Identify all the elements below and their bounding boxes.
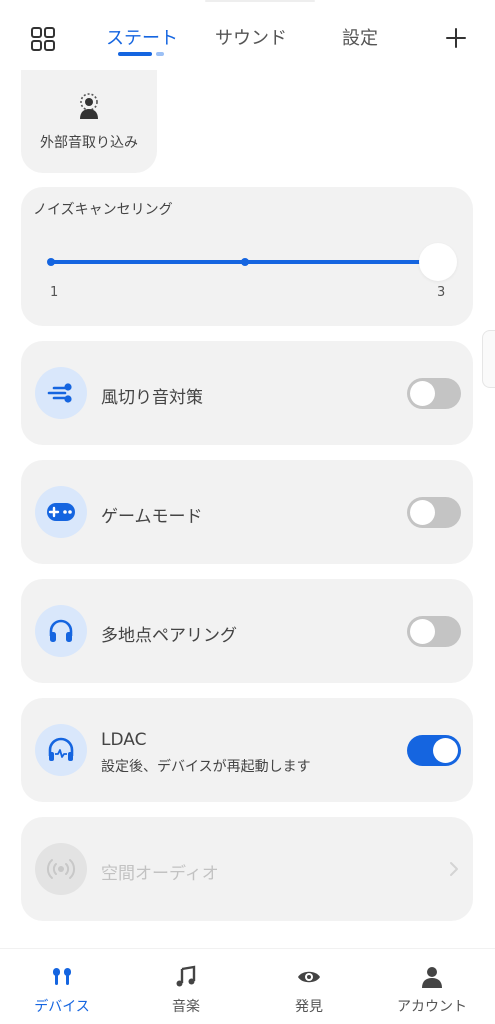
grid-menu-icon[interactable] (30, 26, 56, 52)
wind-noise-toggle[interactable] (407, 378, 461, 409)
slider-min-label: 1 (50, 285, 59, 300)
headphones-icon (49, 619, 73, 642)
device-state-screen: ステート サウンド 設定 外部音取り込み ノイズキャンセリング 1 3 風切り音… (0, 0, 495, 1024)
ldac-subtitle: 設定後、デバイスが再起動します (101, 759, 311, 775)
ldac-toggle[interactable] (407, 735, 461, 766)
tab-state[interactable]: ステート (106, 24, 178, 50)
multipoint-row: 多地点ペアリング (21, 579, 473, 683)
ambient-sound-label: 外部音取り込み (40, 135, 138, 151)
gamepad-icon-badge (35, 486, 87, 538)
ambient-sound-button[interactable]: 外部音取り込み (21, 70, 157, 173)
music-note-icon (176, 965, 196, 987)
nav-music-label: 音楽 (172, 999, 200, 1015)
edge-side-handle[interactable] (482, 330, 495, 388)
active-tab-indicator (118, 52, 152, 56)
wind-icon-badge (35, 367, 87, 419)
hires-headphones-icon-badge (35, 724, 87, 776)
game-mode-toggle[interactable] (407, 497, 461, 528)
game-mode-label: ゲームモード (101, 507, 203, 527)
gamepad-icon (47, 503, 75, 521)
level-1-dot[interactable] (47, 258, 55, 266)
wind-icon (47, 383, 72, 403)
nav-devices[interactable]: デバイス (12, 965, 112, 1016)
nav-discover[interactable]: 発見 (259, 965, 359, 1016)
spatial-audio-row[interactable]: 空間オーディオ (21, 817, 473, 921)
multipoint-label: 多地点ペアリング (101, 626, 237, 646)
toggle-knob (433, 738, 458, 763)
slider-max-label: 3 (437, 285, 446, 300)
chevron-right-icon (450, 862, 458, 876)
ldac-label: LDAC (101, 730, 147, 750)
hires-headphones-icon (48, 737, 74, 761)
nav-discover-label: 発見 (295, 999, 323, 1015)
tab-sound[interactable]: サウンド (215, 24, 287, 50)
ldac-row: LDAC 設定後、デバイスが再起動します (21, 698, 473, 802)
nav-account[interactable]: アカウント (382, 965, 482, 1016)
eye-icon (298, 971, 320, 983)
top-bar: ステート サウンド 設定 (0, 0, 495, 68)
nav-music[interactable]: 音楽 (136, 965, 236, 1016)
ambient-sound-person-icon (80, 93, 98, 119)
toggle-knob (410, 381, 435, 406)
toggle-knob (410, 619, 435, 644)
spatial-audio-icon (46, 859, 76, 879)
noise-cancelling-title: ノイズキャンセリング (33, 202, 173, 218)
spatial-audio-label: 空間オーディオ (101, 864, 219, 884)
tab-settings[interactable]: 設定 (342, 24, 378, 50)
wind-noise-label: 風切り音対策 (101, 388, 203, 408)
game-mode-row: ゲームモード (21, 460, 473, 564)
earbuds-icon (53, 968, 71, 985)
nav-account-label: アカウント (397, 999, 467, 1015)
multipoint-toggle[interactable] (407, 616, 461, 647)
wind-noise-row: 風切り音対策 (21, 341, 473, 445)
add-icon[interactable] (444, 26, 468, 50)
level-2-dot[interactable] (241, 258, 249, 266)
headphones-icon-badge (35, 605, 87, 657)
noise-cancelling-slider-knob[interactable] (419, 243, 457, 281)
noise-cancelling-panel: ノイズキャンセリング 1 3 (21, 187, 473, 326)
spatial-audio-icon-badge (35, 843, 87, 895)
nav-devices-label: デバイス (34, 999, 90, 1015)
tab-page-indicator (156, 52, 164, 56)
person-icon (422, 967, 442, 988)
bottom-navigation: デバイス 音楽 発見 アカウント (0, 948, 495, 1024)
toggle-knob (410, 500, 435, 525)
